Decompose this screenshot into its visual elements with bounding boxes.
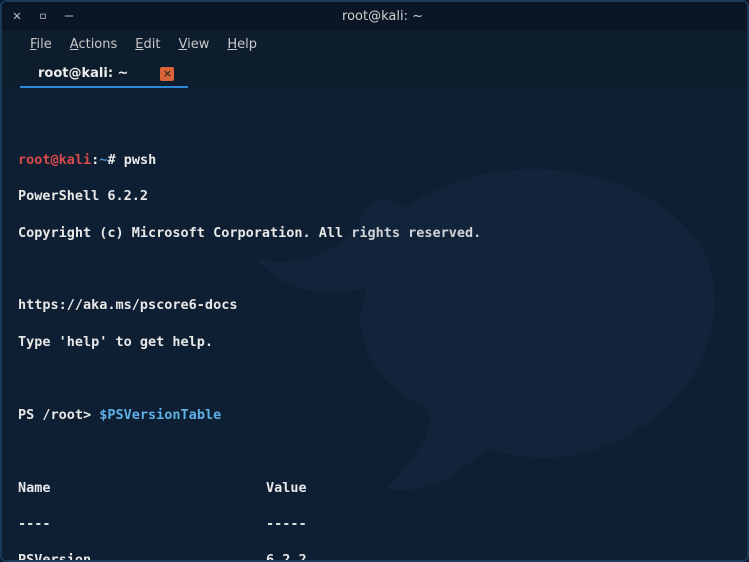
cell-name: PSVersion <box>18 551 266 560</box>
terminal-line <box>18 260 731 278</box>
menu-actions[interactable]: Actions <box>70 37 118 52</box>
tab-label: root@kali: ~ <box>38 66 128 81</box>
window-controls: ✕ ▫ — <box>10 9 76 23</box>
menu-edit[interactable]: Edit <box>135 37 160 52</box>
ps-prompt: PS /root> <box>18 407 99 423</box>
hdr-name: Name <box>18 479 266 497</box>
tabbar: root@kali: ~ × <box>2 58 747 88</box>
table-row: PSVersion6.2.2 <box>18 551 731 560</box>
table-divider: --------- <box>18 515 731 533</box>
terminal-line: Copyright (c) Microsoft Corporation. All… <box>18 224 731 242</box>
menu-view[interactable]: View <box>178 37 209 52</box>
terminal-line <box>18 442 731 460</box>
terminal-body[interactable]: root@kali:~# pwsh PowerShell 6.2.2 Copyr… <box>2 88 747 560</box>
hdr-value: Value <box>266 479 307 497</box>
terminal-line: PS /root> $PSVersionTable <box>18 406 731 424</box>
terminal-line: Type 'help' to get help. <box>18 333 731 351</box>
terminal-line: root@kali:~# pwsh <box>18 151 731 169</box>
menubar: File Actions Edit View Help <box>2 30 747 58</box>
terminal-line: PowerShell 6.2.2 <box>18 187 731 205</box>
terminal-line <box>18 369 731 387</box>
tab-close-icon[interactable]: × <box>160 67 174 81</box>
prompt-hash: # <box>107 152 123 168</box>
close-icon[interactable]: ✕ <box>10 9 24 23</box>
prompt-user: root@kali <box>18 152 91 168</box>
command-text: $PSVersionTable <box>99 407 221 423</box>
cell-value: 6.2.2 <box>266 551 307 560</box>
menu-file[interactable]: File <box>30 37 52 52</box>
minimize-icon[interactable]: — <box>62 9 76 23</box>
titlebar: ✕ ▫ — root@kali: ~ <box>2 2 747 30</box>
div-name: ---- <box>18 515 266 533</box>
div-value: ----- <box>266 515 307 533</box>
window-title: root@kali: ~ <box>76 9 689 24</box>
command-text: pwsh <box>124 152 157 168</box>
terminal-window: ✕ ▫ — root@kali: ~ File Actions Edit Vie… <box>0 0 749 562</box>
maximize-icon[interactable]: ▫ <box>36 9 50 23</box>
tab-terminal[interactable]: root@kali: ~ × <box>20 61 188 88</box>
table-header: NameValue <box>18 479 731 497</box>
terminal-line: https://aka.ms/pscore6-docs <box>18 296 731 314</box>
menu-help[interactable]: Help <box>227 37 257 52</box>
